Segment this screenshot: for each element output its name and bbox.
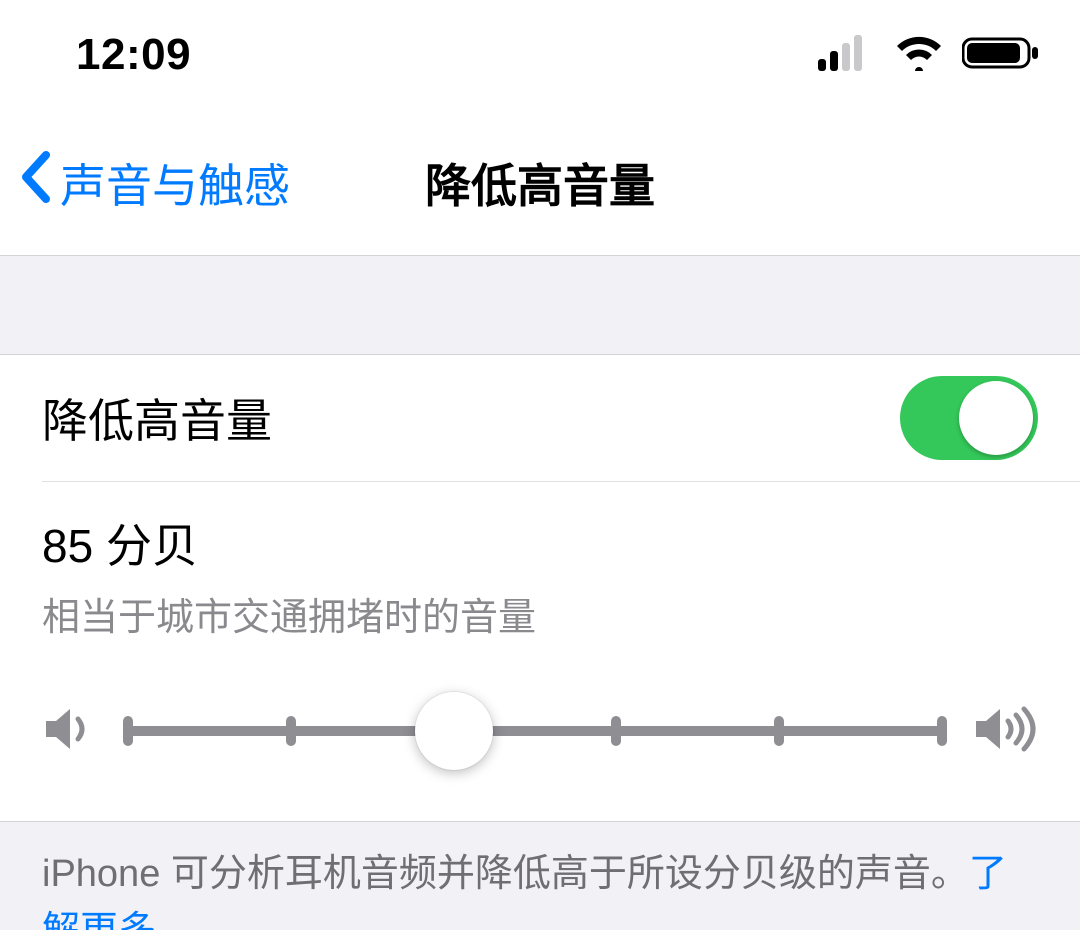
slider-tick — [286, 716, 296, 746]
page-title: 降低高音量 — [425, 150, 655, 216]
toggle-knob — [959, 381, 1033, 455]
back-label: 声音与触感 — [60, 150, 290, 216]
slider-tick — [774, 716, 784, 746]
decibel-slider[interactable] — [128, 695, 942, 767]
decibel-description: 相当于城市交通拥堵时的音量 — [42, 586, 1038, 641]
footer-note: iPhone 可分析耳机音频并降低高于所设分贝级的声音。了解更多… — [0, 822, 1080, 930]
slider-tick — [611, 716, 621, 746]
slider-thumb[interactable] — [415, 692, 493, 770]
status-bar: 12:09 — [0, 0, 1080, 110]
reduce-loud-sounds-toggle[interactable] — [900, 376, 1038, 460]
reduce-loud-sounds-row: 降低高音量 — [0, 355, 1080, 481]
speaker-low-icon — [42, 703, 98, 760]
section-spacer — [0, 256, 1080, 355]
decibel-row: 85 分贝 相当于城市交通拥堵时的音量 — [0, 482, 1080, 649]
status-time: 12:09 — [76, 30, 191, 80]
reduce-loud-sounds-label: 降低高音量 — [42, 385, 272, 451]
decibel-slider-row — [0, 649, 1080, 822]
footer-text: iPhone 可分析耳机音频并降低高于所设分贝级的声音。 — [42, 853, 969, 895]
nav-bar: 声音与触感 降低高音量 — [0, 110, 1080, 256]
cellular-icon — [818, 35, 876, 76]
battery-icon — [962, 35, 1040, 76]
slider-track — [128, 726, 942, 736]
slider-tick — [937, 716, 947, 746]
decibel-value: 85 分贝 — [42, 510, 1038, 576]
settings-group: 降低高音量 85 分贝 相当于城市交通拥堵时的音量 — [0, 355, 1080, 822]
speaker-high-icon — [972, 703, 1038, 760]
back-button[interactable]: 声音与触感 — [18, 150, 290, 216]
wifi-icon — [894, 35, 944, 76]
chevron-left-icon — [18, 151, 52, 214]
slider-tick — [123, 716, 133, 746]
status-icons — [818, 35, 1040, 76]
